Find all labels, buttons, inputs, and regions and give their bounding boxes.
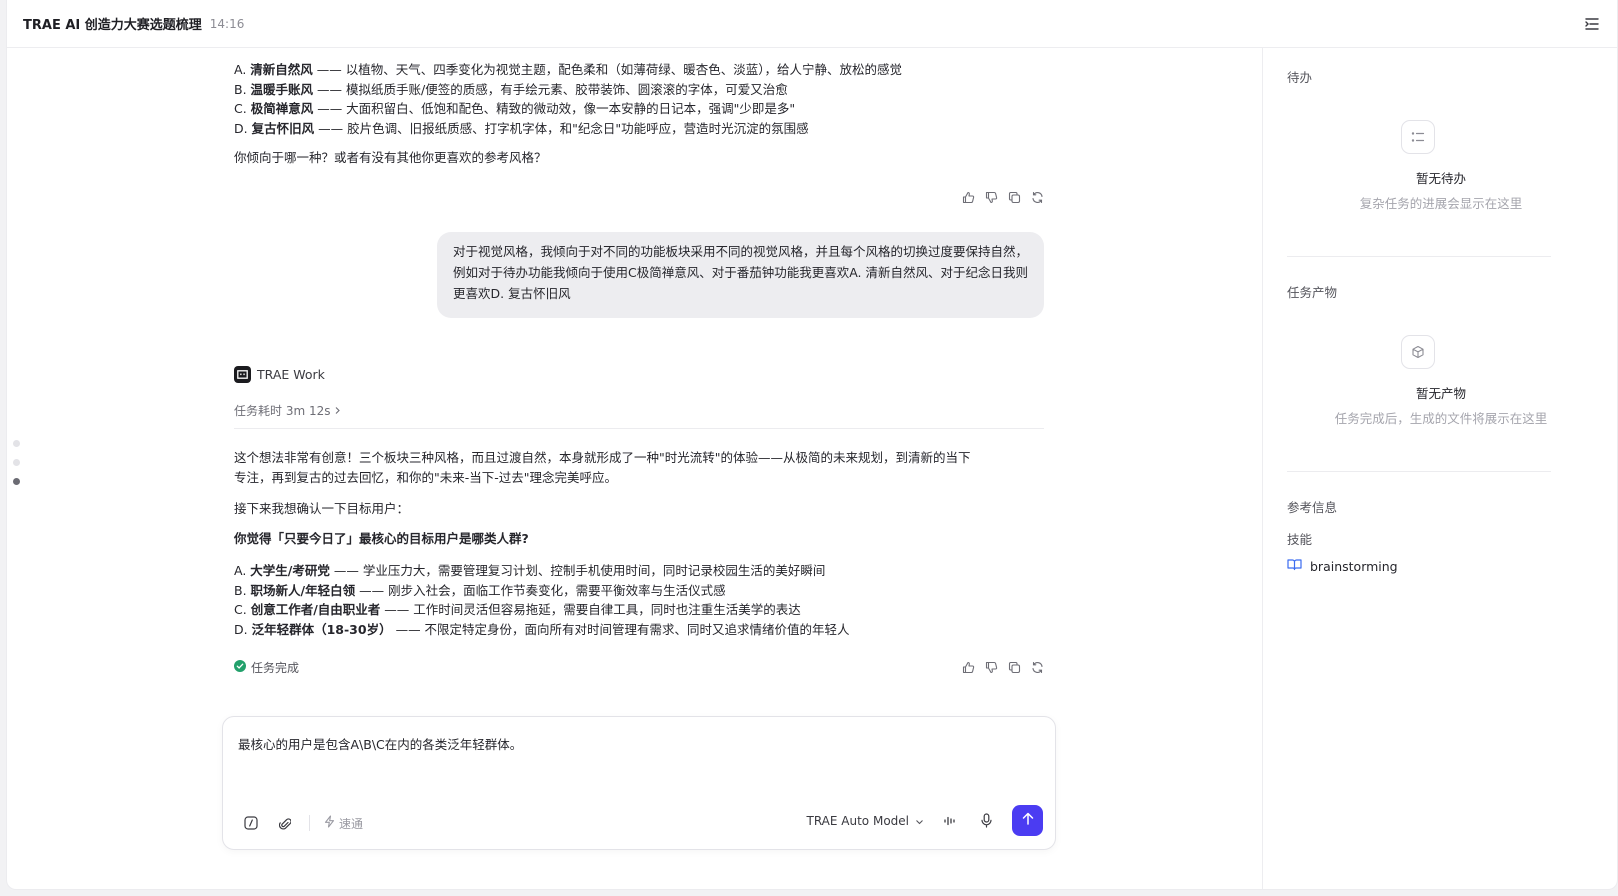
conversation-time: 14:16 (209, 16, 245, 31)
regenerate-icon[interactable] (1030, 660, 1044, 674)
divider (234, 428, 1044, 429)
copy-icon[interactable] (1007, 190, 1021, 204)
skill-name: brainstorming (1310, 558, 1398, 574)
reply-paragraph: 专注，再到复古的过去回忆，和你的"未来-当下-过去"理念完美呼应。 (234, 469, 618, 485)
speed-mode-toggle[interactable]: 速通 (324, 815, 363, 832)
chevron-down-icon (915, 814, 924, 828)
speed-mode-label: 速通 (339, 816, 364, 831)
task-status-label: 任务完成 (251, 661, 300, 675)
task-duration-toggle[interactable]: 任务耗时 3m 12s (234, 402, 341, 419)
list-item: C. 创意工作者/自由职业者 —— 工作时间灵活但容易拖延，需要自律工具，同时也… (234, 602, 801, 617)
lightning-icon (324, 815, 335, 831)
divider (309, 815, 310, 831)
thumbs-down-icon[interactable] (984, 660, 998, 674)
artifact-empty-desc: 任务完成后，生成的文件将展示在这里 (1334, 411, 1548, 426)
agent-header: TRAE Work (234, 366, 325, 383)
reference-section-title: 参考信息 (1287, 500, 1338, 515)
chat-area: A. 清新自然风 —— 以植物、天气、四季变化为视觉主题，配色柔和（如薄荷绿、暖… (234, 48, 1046, 716)
voice-wave-icon[interactable] (940, 811, 960, 831)
model-selector[interactable]: TRAE Auto Model (807, 814, 925, 828)
list-item: A. 清新自然风 —— 以植物、天气、四季变化为视觉主题，配色柔和（如薄荷绿、暖… (234, 62, 903, 77)
user-message-bubble: 对于视觉风格，我倾向于对不同的功能板块采用不同的视觉风格，并且每个风格的切换过度… (437, 232, 1044, 318)
thumbs-up-icon[interactable] (961, 660, 975, 674)
list-item: C. 极简禅意风 —— 大面积留白、低饱和配色、精致的微动效，像一本安静的日记本… (234, 101, 796, 116)
copy-icon[interactable] (1007, 660, 1021, 674)
pager-dot[interactable] (13, 459, 20, 466)
todo-section-title: 待办 (1287, 70, 1313, 85)
send-button[interactable] (1012, 805, 1043, 836)
list-item: A. 大学生/考研党 —— 学业压力大，需要管理复习计划、控制手机使用时间，同时… (234, 563, 826, 578)
task-status: 任务完成 (234, 659, 299, 676)
pager-dot[interactable] (13, 440, 20, 447)
arrow-up-icon (1022, 812, 1034, 829)
sidebar-toggle-icon[interactable] (1583, 15, 1601, 33)
attachment-icon[interactable] (275, 813, 295, 833)
microphone-icon[interactable] (976, 811, 996, 831)
regenerate-icon[interactable] (1030, 190, 1044, 204)
list-item: B. 职场新人/年轻白领 —— 刚步入社会，面临工作节奏变化，需要平衡效率与生活… (234, 582, 726, 598)
pager-dot-active[interactable] (13, 478, 20, 485)
reply-paragraph: 接下来我想确认一下目标用户： (234, 501, 410, 516)
message-input[interactable]: 最核心的用户是包含A\B\C在内的各类泛年轻群体。 (238, 734, 522, 753)
artifact-empty-title: 暂无产物 (1415, 386, 1466, 401)
agent-reply: 这个想法非常有创意！三个板块三种风格，而且过渡自然，本身就形成了一种"时光流转"… (234, 448, 971, 487)
message-pager (13, 440, 20, 485)
divider (1287, 256, 1551, 257)
task-duration-label: 任务耗时 3m 12s (234, 404, 331, 418)
reply-paragraph: 这个想法非常有创意！三个板块三种风格，而且过渡自然，本身就形成了一种"时光流转"… (234, 450, 971, 465)
agent-name: TRAE Work (257, 367, 325, 382)
chevron-right-icon (334, 404, 341, 418)
artifact-section-title: 任务产物 (1287, 285, 1338, 300)
reply-question: 你觉得「只要今日了」最核心的目标用户是哪类人群? (234, 531, 529, 546)
title-bar: TRAE AI 创造力大赛选题梳理 14:16 (7, 0, 1617, 48)
model-label: TRAE Auto Model (806, 813, 910, 828)
composer-tools: 速通 (241, 813, 363, 833)
book-icon (1287, 558, 1302, 574)
thumbs-down-icon[interactable] (984, 190, 998, 204)
side-panel: 待办 暂无待办 复杂任务的进展会显示在这里 任务产物 暂无产物 任务完成后，生成… (1262, 48, 1617, 889)
list-item: B. 温暖手账风 —— 模拟纸质手账/便签的质感，有手绘元素、胶带装饰、圆滚滚的… (234, 81, 788, 97)
style-question: 你倾向于哪一种？或者有没有其他你更喜欢的参考风格？ (234, 150, 547, 165)
message-actions (961, 190, 1044, 204)
box-icon (1401, 335, 1435, 369)
app-window: TRAE AI 创造力大赛选题梳理 14:16 A. 清新自然风 —— 以植物、… (6, 0, 1618, 890)
todo-empty-title: 暂无待办 (1415, 171, 1466, 186)
style-options-list: A. 清新自然风 —— 以植物、天气、四季变化为视觉主题，配色柔和（如薄荷绿、暖… (234, 60, 902, 138)
message-composer[interactable]: 最核心的用户是包含A\B\C在内的各类泛年轻群体。 速通 TRAE Auto M… (222, 716, 1056, 850)
skill-section-title: 技能 (1287, 532, 1313, 547)
todo-empty-desc: 复杂任务的进展会显示在这里 (1359, 196, 1523, 211)
thumbs-up-icon[interactable] (961, 190, 975, 204)
list-item: D. 复古怀旧风 —— 胶片色调、旧报纸质感、打字机字体，和"纪念日"功能呼应，… (234, 120, 809, 136)
slash-command-icon[interactable] (241, 813, 261, 833)
skill-item-brainstorming[interactable]: brainstorming (1287, 558, 1398, 574)
conversation-title: TRAE AI 创造力大赛选题梳理 (23, 18, 202, 33)
composer-actions: TRAE Auto Model (807, 805, 1043, 836)
list-item: D. 泛年轻群体（18-30岁） —— 不限定特定身份，面向所有对时间管理有需求… (234, 621, 850, 637)
divider (1287, 471, 1551, 472)
message-actions (961, 660, 1044, 674)
user-options-list: A. 大学生/考研党 —— 学业压力大，需要管理复习计划、控制手机使用时间，同时… (234, 561, 850, 639)
todo-list-icon (1401, 120, 1435, 154)
check-circle-icon (234, 660, 246, 675)
trae-logo-icon (234, 366, 251, 383)
